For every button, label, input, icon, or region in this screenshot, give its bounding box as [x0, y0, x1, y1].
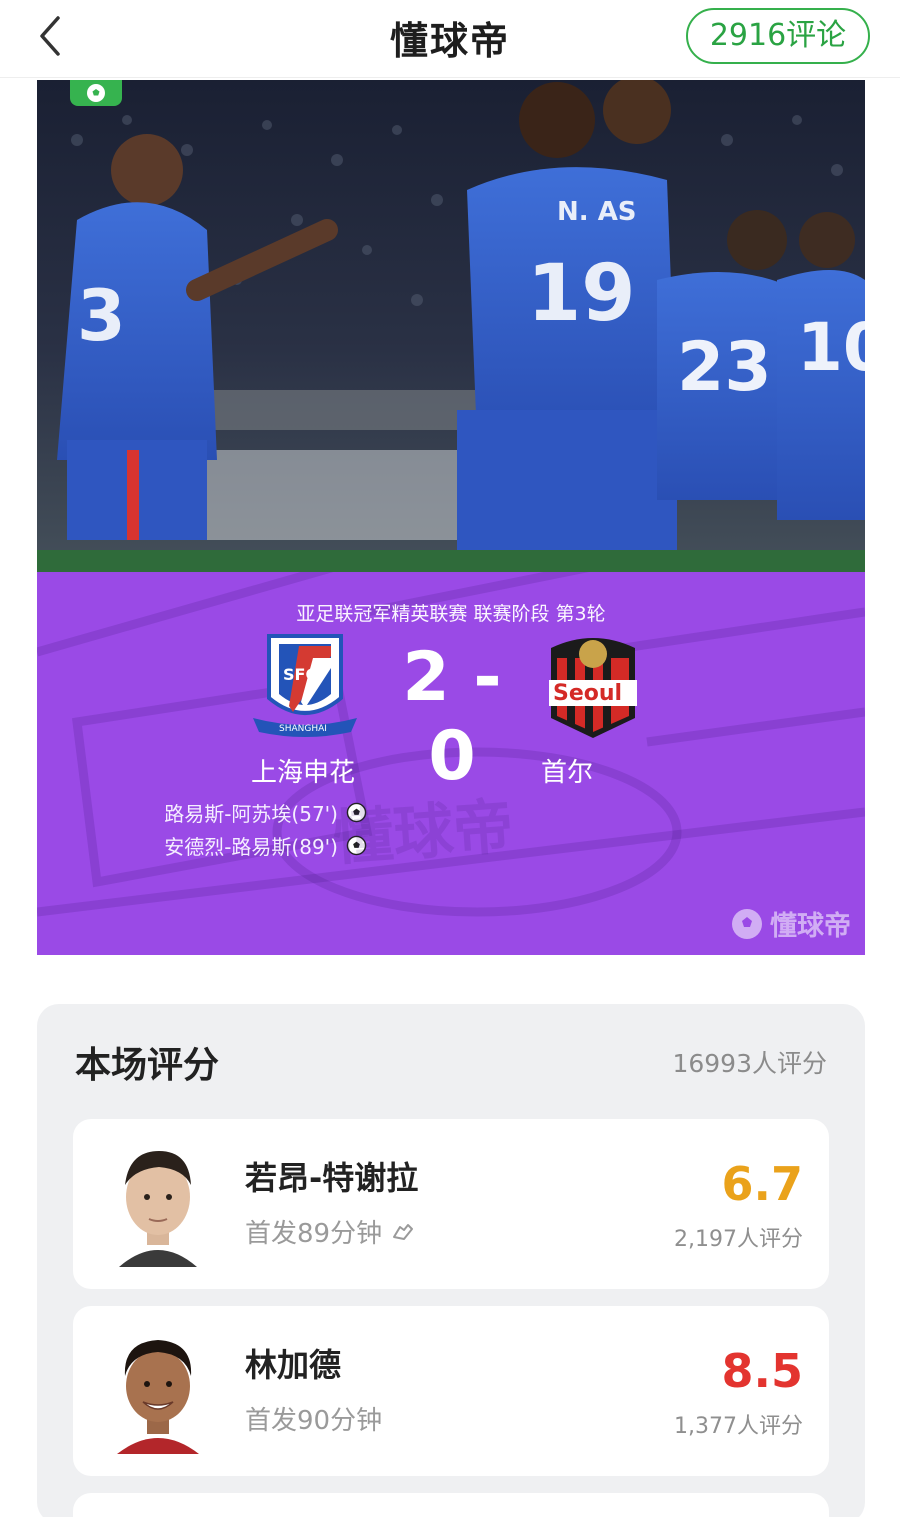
home-team-name[interactable]: 上海申花: [227, 752, 379, 789]
player-rating-row[interactable]: [73, 1493, 829, 1517]
away-logo-text: Seoul: [553, 681, 622, 706]
ratings-total-count: 16993人评分: [672, 1049, 827, 1078]
player-score: 8.5: [721, 1344, 804, 1398]
player-rating-row[interactable]: 若昂-特谢拉 首发89分钟 6.7 2,197人评分: [73, 1119, 829, 1289]
goal-scorer-row: 安德烈-路易斯(89'): [97, 829, 367, 862]
competition-label: 亚足联冠军精英联赛 联赛阶段 第3轮: [296, 603, 606, 625]
match-ratings-card: 本场评分 16993人评分 若昂-特谢拉 首发89分钟 6.7 2,197人评分: [37, 1004, 865, 1517]
player-minutes: 首发90分钟: [245, 1400, 382, 1437]
top-bar: 懂球帝 2916评论: [0, 0, 900, 78]
match-photo[interactable]: 3 19 N. AS 23 10: [37, 80, 865, 572]
player-minutes-text: 首发90分钟: [245, 1406, 383, 1436]
players-celebrating-image: 3 19 N. AS 23 10: [37, 80, 865, 572]
svg-text:N. AS: N. AS: [557, 197, 637, 227]
boot-icon: [393, 1223, 414, 1240]
ratings-title: 本场评分: [75, 1045, 220, 1086]
player-rating-row[interactable]: 林加德 首发90分钟 8.5 1,377人评分: [73, 1306, 829, 1476]
player-name: 林加德: [245, 1346, 342, 1384]
goal-scorer-text: 路易斯-阿苏埃(57'): [164, 802, 338, 826]
player-rating-count: 1,377人评分: [674, 1414, 803, 1439]
comments-button[interactable]: 2916评论: [686, 8, 870, 64]
svg-text:3: 3: [77, 275, 126, 357]
player-avatar: [109, 1328, 207, 1454]
away-team-name[interactable]: 首尔: [517, 752, 617, 789]
player-minutes-text: 首发89分钟: [245, 1219, 383, 1249]
player-minutes: 首发89分钟: [245, 1213, 416, 1250]
goal-scorers-list: 路易斯-阿苏埃(57') 安德烈-路易斯(89'): [97, 796, 367, 862]
svg-text:10: 10: [797, 309, 865, 386]
svg-text:23: 23: [677, 328, 772, 407]
player-rating-count: 2,197人评分: [674, 1227, 803, 1252]
soccer-ball-icon: [87, 84, 105, 102]
match-result-panel[interactable]: 亚足联冠军精英联赛 联赛阶段 第3轮 SFC SHANGHAI 2 - 0 Se…: [37, 572, 865, 955]
svg-text:19: 19: [527, 249, 636, 339]
match-score: 2 - 0: [402, 638, 502, 796]
goal-scorer-text: 安德烈-路易斯(89'): [164, 835, 338, 859]
media-badge: [70, 80, 122, 106]
brand-logo-icon: [732, 908, 762, 939]
player-avatar: [109, 1141, 207, 1267]
goal-scorer-row: 路易斯-阿苏埃(57'): [97, 796, 367, 829]
away-team-logo[interactable]: Seoul: [543, 628, 643, 740]
home-team-logo[interactable]: SFC SHANGHAI: [249, 628, 361, 740]
brand-watermark-text: 懂球帝: [770, 911, 851, 942]
brand-watermark: 懂球帝: [730, 904, 851, 943]
home-logo-ribbon: SHANGHAI: [279, 724, 327, 734]
home-logo-text: SFC: [283, 665, 317, 684]
watermark-text: 懂球帝: [331, 791, 516, 875]
player-score: 6.7: [721, 1157, 804, 1211]
player-name: 若昂-特谢拉: [245, 1159, 419, 1197]
